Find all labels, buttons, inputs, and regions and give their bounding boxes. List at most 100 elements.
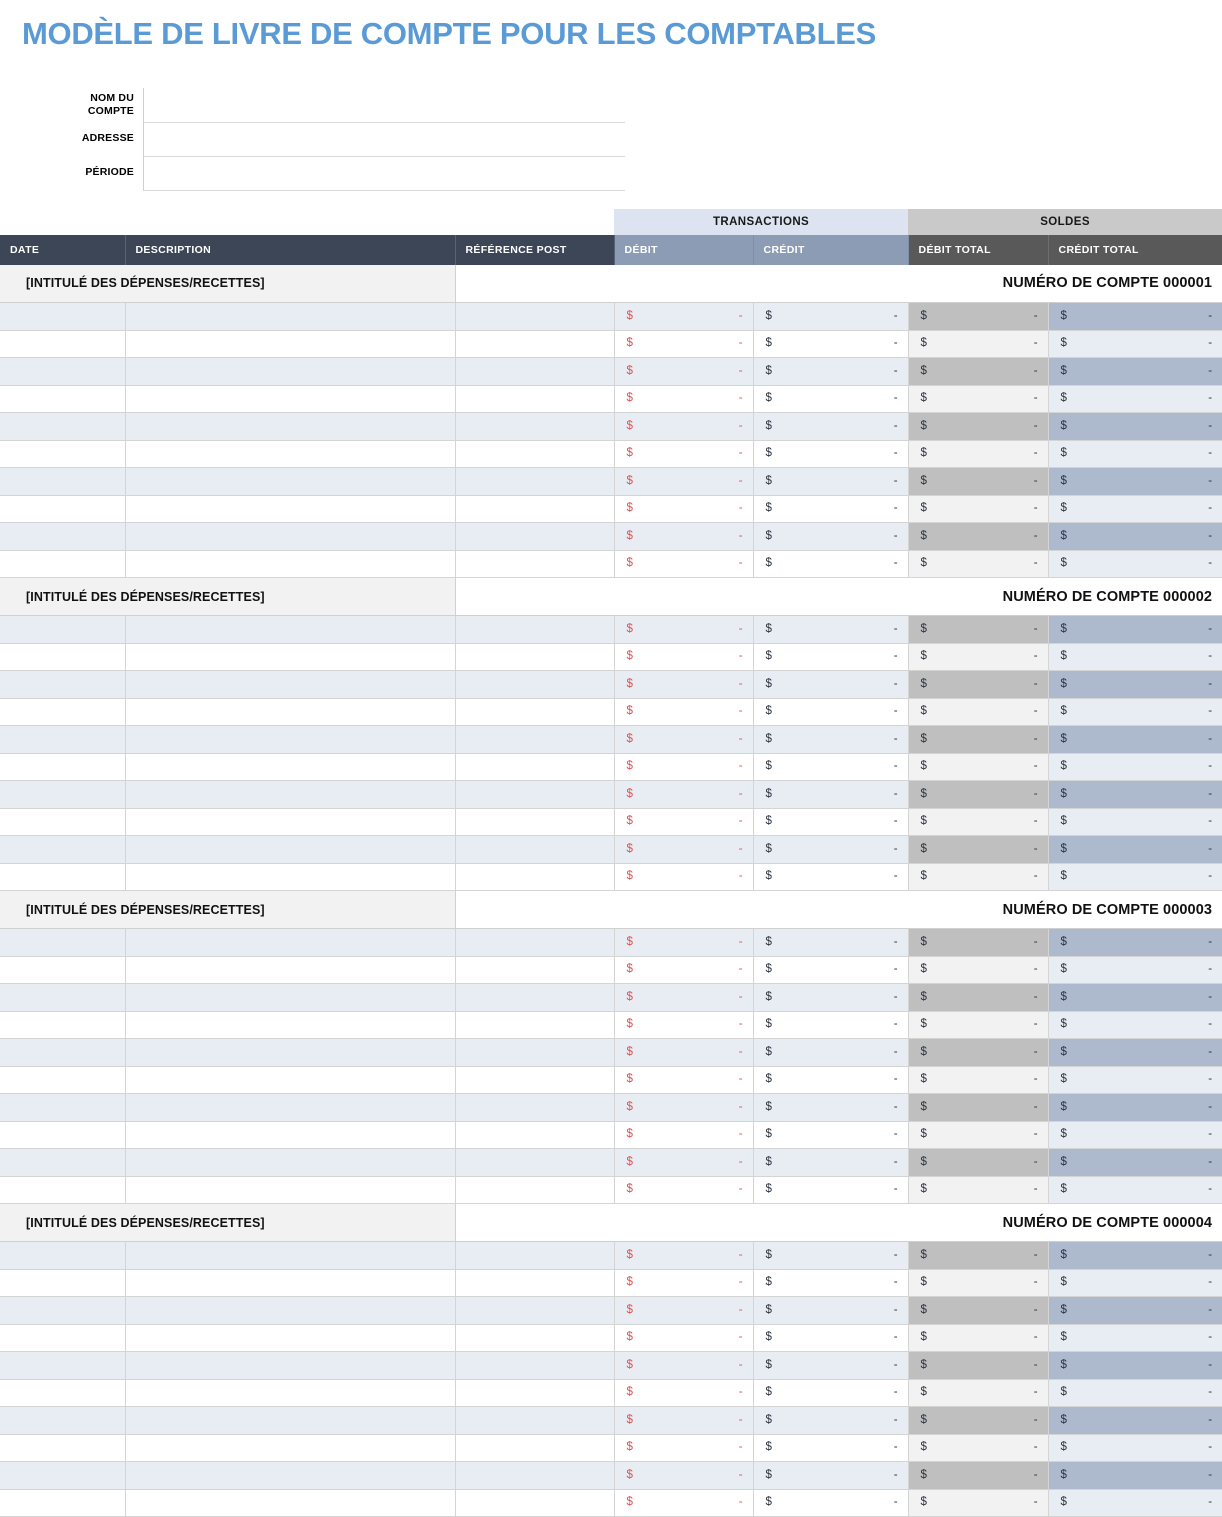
cell-credit-total[interactable]: $- [1048, 836, 1222, 864]
cell-date[interactable] [0, 385, 125, 413]
cell-credit-total[interactable]: $- [1048, 1269, 1222, 1297]
cell-reference[interactable] [455, 1297, 614, 1325]
cell-reference[interactable] [455, 1324, 614, 1352]
cell-credit-total[interactable]: $- [1048, 358, 1222, 386]
cell-debit-total[interactable]: $- [908, 984, 1048, 1012]
cell-credit[interactable]: $- [753, 1066, 908, 1094]
cell-credit[interactable]: $- [753, 781, 908, 809]
cell-credit-total[interactable]: $- [1048, 1242, 1222, 1270]
cell-debit[interactable]: $- [614, 1176, 753, 1204]
cell-date[interactable] [0, 1094, 125, 1122]
cell-credit-total[interactable]: $- [1048, 1094, 1222, 1122]
cell-credit[interactable]: $- [753, 1434, 908, 1462]
cell-debit[interactable]: $- [614, 929, 753, 957]
section-account-number[interactable]: NUMÉRO DE COMPTE 000004 [455, 1204, 1222, 1242]
cell-date[interactable] [0, 440, 125, 468]
cell-debit[interactable]: $- [614, 1379, 753, 1407]
cell-description[interactable] [125, 808, 455, 836]
cell-reference[interactable] [455, 1242, 614, 1270]
cell-debit[interactable]: $- [614, 726, 753, 754]
cell-debit[interactable]: $- [614, 1352, 753, 1380]
cell-debit[interactable]: $- [614, 1039, 753, 1067]
cell-credit-total[interactable]: $- [1048, 1066, 1222, 1094]
cell-date[interactable] [0, 836, 125, 864]
cell-credit-total[interactable]: $- [1048, 956, 1222, 984]
cell-debit[interactable]: $- [614, 550, 753, 578]
field-period[interactable] [144, 156, 626, 190]
cell-credit-total[interactable]: $- [1048, 808, 1222, 836]
cell-debit-total[interactable]: $- [908, 1039, 1048, 1067]
cell-debit[interactable]: $- [614, 440, 753, 468]
cell-credit-total[interactable]: $- [1048, 1462, 1222, 1490]
cell-reference[interactable] [455, 358, 614, 386]
cell-date[interactable] [0, 1489, 125, 1517]
cell-debit[interactable]: $- [614, 1462, 753, 1490]
cell-debit-total[interactable]: $- [908, 863, 1048, 891]
cell-date[interactable] [0, 808, 125, 836]
cell-debit-total[interactable]: $- [908, 1489, 1048, 1517]
cell-description[interactable] [125, 781, 455, 809]
cell-credit[interactable]: $- [753, 1121, 908, 1149]
cell-credit-total[interactable]: $- [1048, 726, 1222, 754]
cell-credit[interactable]: $- [753, 523, 908, 551]
cell-debit[interactable]: $- [614, 1121, 753, 1149]
cell-debit[interactable]: $- [614, 358, 753, 386]
cell-credit-total[interactable]: $- [1048, 1121, 1222, 1149]
cell-debit-total[interactable]: $- [908, 358, 1048, 386]
cell-date[interactable] [0, 671, 125, 699]
cell-debit[interactable]: $- [614, 303, 753, 331]
cell-debit-total[interactable]: $- [908, 468, 1048, 496]
cell-date[interactable] [0, 1379, 125, 1407]
cell-reference[interactable] [455, 753, 614, 781]
cell-reference[interactable] [455, 616, 614, 644]
cell-debit-total[interactable]: $- [908, 1149, 1048, 1177]
cell-credit-total[interactable]: $- [1048, 330, 1222, 358]
cell-date[interactable] [0, 616, 125, 644]
cell-debit-total[interactable]: $- [908, 1407, 1048, 1435]
cell-credit-total[interactable]: $- [1048, 1379, 1222, 1407]
cell-description[interactable] [125, 330, 455, 358]
cell-credit[interactable]: $- [753, 1462, 908, 1490]
cell-date[interactable] [0, 984, 125, 1012]
cell-credit-total[interactable]: $- [1048, 1176, 1222, 1204]
cell-description[interactable] [125, 671, 455, 699]
cell-date[interactable] [0, 1066, 125, 1094]
cell-debit-total[interactable]: $- [908, 698, 1048, 726]
cell-credit-total[interactable]: $- [1048, 929, 1222, 957]
cell-credit[interactable]: $- [753, 808, 908, 836]
cell-credit-total[interactable]: $- [1048, 1324, 1222, 1352]
cell-description[interactable] [125, 358, 455, 386]
cell-date[interactable] [0, 1407, 125, 1435]
cell-description[interactable] [125, 836, 455, 864]
cell-reference[interactable] [455, 303, 614, 331]
cell-credit-total[interactable]: $- [1048, 1297, 1222, 1325]
cell-debit[interactable]: $- [614, 1011, 753, 1039]
cell-reference[interactable] [455, 1066, 614, 1094]
cell-debit[interactable]: $- [614, 753, 753, 781]
cell-debit-total[interactable]: $- [908, 781, 1048, 809]
cell-date[interactable] [0, 358, 125, 386]
cell-debit-total[interactable]: $- [908, 1324, 1048, 1352]
cell-description[interactable] [125, 1324, 455, 1352]
cell-date[interactable] [0, 753, 125, 781]
cell-reference[interactable] [455, 781, 614, 809]
cell-description[interactable] [125, 956, 455, 984]
cell-debit-total[interactable]: $- [908, 1379, 1048, 1407]
cell-credit-total[interactable]: $- [1048, 523, 1222, 551]
cell-debit-total[interactable]: $- [908, 836, 1048, 864]
cell-debit[interactable]: $- [614, 808, 753, 836]
cell-credit-total[interactable]: $- [1048, 1149, 1222, 1177]
cell-credit[interactable]: $- [753, 385, 908, 413]
cell-credit[interactable]: $- [753, 440, 908, 468]
cell-debit-total[interactable]: $- [908, 1242, 1048, 1270]
cell-credit-total[interactable]: $- [1048, 468, 1222, 496]
cell-reference[interactable] [455, 330, 614, 358]
cell-credit[interactable]: $- [753, 358, 908, 386]
cell-debit-total[interactable]: $- [908, 956, 1048, 984]
cell-reference[interactable] [455, 1352, 614, 1380]
cell-description[interactable] [125, 698, 455, 726]
cell-reference[interactable] [455, 495, 614, 523]
cell-credit-total[interactable]: $- [1048, 1011, 1222, 1039]
cell-debit[interactable]: $- [614, 1242, 753, 1270]
cell-date[interactable] [0, 698, 125, 726]
